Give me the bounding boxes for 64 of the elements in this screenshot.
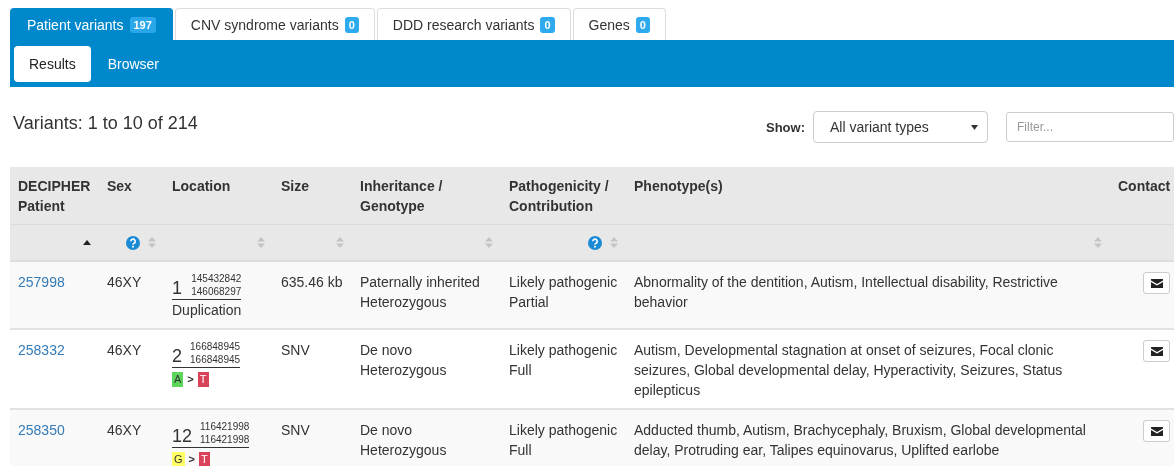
variant-type-select[interactable]: All variant types bbox=[813, 111, 988, 143]
tab[interactable]: Patient variants 197 bbox=[10, 8, 173, 40]
chromosome-number: 2 bbox=[172, 346, 182, 366]
tab[interactable]: DDD research variants 0 bbox=[376, 8, 571, 40]
show-label: Show: bbox=[766, 119, 805, 135]
phenotype-list: Autism, Developmental stagnation at onset of seizures, Focal clonic seizures, Global developmental delay, Hyperactivity, Seizures, Status epilepticus bbox=[634, 342, 1063, 398]
phenotype-list: Adducted thumb, Autism, Brachycephaly, Bruxism, Global developmental delay, Protruding ear, Talipes equinovarus, Uplifted earlobe bbox=[634, 422, 1086, 458]
inheritance-text: Heterozygous bbox=[360, 361, 448, 380]
count-badge: 0 bbox=[540, 16, 555, 33]
chromosome-number: 12 bbox=[172, 426, 193, 446]
alternate-allele: T bbox=[197, 371, 209, 387]
inheritance-text: De novo bbox=[360, 341, 414, 360]
reference-allele: A bbox=[172, 371, 184, 387]
size-text: SNV bbox=[281, 342, 310, 358]
change-arrow: > bbox=[187, 372, 194, 387]
sort-ascending-icon[interactable] bbox=[83, 240, 91, 245]
count-badge: 0 bbox=[635, 16, 650, 33]
contact-button[interactable] bbox=[1143, 272, 1170, 294]
subtab[interactable]: Browser bbox=[92, 45, 175, 82]
envelope-icon bbox=[1150, 278, 1163, 288]
results-summary: Variants: 1 to 10 of 214 bbox=[13, 112, 199, 134]
filter-field[interactable]: Filter... bbox=[1006, 112, 1174, 142]
pathogenicity-text: Likely pathogenic bbox=[509, 341, 618, 360]
sex-text: 46XY bbox=[107, 342, 142, 358]
alternate-allele: T bbox=[199, 451, 210, 466]
envelope-icon bbox=[1150, 426, 1163, 436]
patient-link[interactable]: 258332 bbox=[18, 342, 65, 358]
inheritance-text: Heterozygous bbox=[360, 293, 448, 312]
subtab[interactable]: Results bbox=[14, 45, 91, 82]
size-text: SNV bbox=[281, 422, 310, 438]
pathogenicity-text: Likely pathogenic bbox=[509, 421, 618, 440]
pathogenicity-text: Partial bbox=[509, 293, 550, 312]
reference-allele: G bbox=[172, 451, 185, 466]
patient-link[interactable]: 258350 bbox=[18, 422, 65, 438]
start-position: 116421998 bbox=[200, 420, 250, 433]
pathogenicity-text: Full bbox=[509, 361, 533, 380]
start-position: 166848945 bbox=[190, 340, 241, 353]
count-badge: 197 bbox=[129, 16, 156, 33]
phenotype-list: Abnormality of the dentition, Autism, Intellectual disability, Restrictive behavior bbox=[634, 274, 1058, 310]
end-position: 116421998 bbox=[200, 433, 250, 446]
envelope-icon bbox=[1150, 346, 1163, 356]
help-icon[interactable] bbox=[588, 235, 602, 250]
caret-icon bbox=[971, 124, 978, 130]
count-badge: 0 bbox=[344, 16, 359, 33]
size-text: 635.46 kb bbox=[281, 274, 343, 290]
inheritance-text: De novo bbox=[360, 421, 414, 440]
variant-type: Duplication bbox=[172, 301, 242, 320]
sex-text: 46XY bbox=[107, 274, 142, 290]
tab[interactable]: Genes 0 bbox=[572, 8, 666, 40]
chromosome-number: 1 bbox=[172, 278, 182, 298]
patient-link[interactable]: 257998 bbox=[18, 274, 65, 290]
pathogenicity-text: Full bbox=[509, 441, 533, 460]
contact-button[interactable] bbox=[1143, 420, 1170, 442]
end-position: 146068297 bbox=[191, 285, 242, 298]
tab[interactable]: CNV syndrome variants 0 bbox=[174, 8, 375, 40]
help-icon[interactable] bbox=[126, 235, 140, 250]
sex-text: 46XY bbox=[107, 422, 142, 438]
change-arrow: > bbox=[188, 452, 195, 466]
inheritance-text: Heterozygous bbox=[360, 441, 448, 460]
contact-button[interactable] bbox=[1143, 340, 1170, 362]
inheritance-text: Paternally inherited bbox=[360, 273, 481, 292]
pathogenicity-text: Likely pathogenic bbox=[509, 273, 618, 292]
start-position: 145432842 bbox=[191, 272, 242, 285]
end-position: 166848945 bbox=[190, 353, 241, 366]
